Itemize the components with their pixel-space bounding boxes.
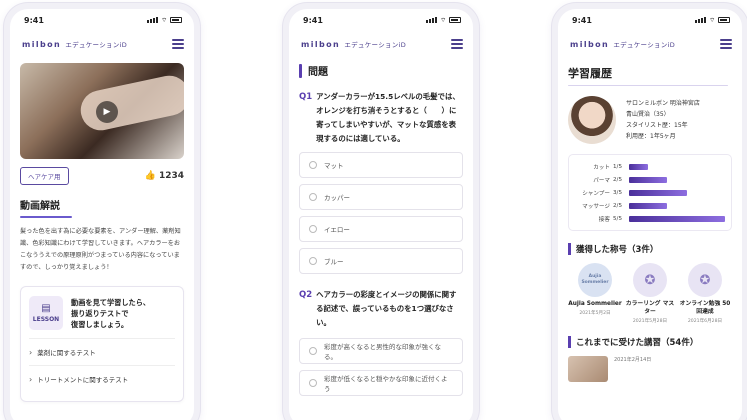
chart-bar <box>629 176 668 183</box>
aujia-badge-icon: Aujia Sommelier <box>578 263 612 297</box>
play-icon[interactable]: ▶ <box>96 101 118 123</box>
badge-item[interactable]: Aujia Sommelier Aujia Sommelier 2021年5月2… <box>568 263 622 324</box>
chart-value-label: 5/5 <box>613 215 623 222</box>
video-thumbnail[interactable]: ▶ <box>20 63 184 159</box>
titles-heading: 獲得した称号（3件） <box>576 245 659 255</box>
profile-card: サロンミルボン 明治神宮店 青山賢治（35） スタイリスト歴：15年 利用歴：1… <box>568 96 732 144</box>
badge-list: Aujia Sommelier Aujia Sommelier 2021年5月2… <box>568 263 732 324</box>
phone-history-screen: 9:41 ⌔ milbon エデュケーションiD 学習履歴 サロンミルボン 明治… <box>552 3 747 420</box>
medal-icon: ✪ <box>633 263 667 297</box>
history-title: 学習履歴 <box>568 67 612 80</box>
signal-icons: ⌔ <box>695 16 730 24</box>
signal-icons: ⌔ <box>426 16 461 24</box>
answer-option[interactable]: カッパー <box>299 184 463 210</box>
chevron-right-icon: › <box>29 374 33 384</box>
quiz-title: 問題 <box>308 67 328 78</box>
stage: 9:41 ⌔ milbon エデュケーションiD ▶ ヘアケア用 👍 1234 動… <box>0 0 747 420</box>
chart-value-label: 2/5 <box>613 176 623 183</box>
lesson-badge: ▤ LESSON <box>29 296 63 330</box>
chart-category-label: パーマ <box>593 177 610 184</box>
thumbs-up-icon: 👍 <box>144 171 156 181</box>
question-1: Q1 アンダーカラーが15.5レベルの毛髪では、オレンジを打ち消そうとすると（ ）… <box>299 92 460 143</box>
signal-icons: ⌔ <box>147 16 182 24</box>
chart-category-label: 接客 <box>598 216 610 223</box>
like-count[interactable]: 👍 1234 <box>145 171 184 181</box>
status-bar: 9:41 ⌔ <box>558 9 742 31</box>
course-item[interactable]: 2021年2月14日 <box>568 356 732 382</box>
milbon-logo[interactable]: milbon エデュケーションiD <box>301 39 406 49</box>
radio-button <box>309 379 317 387</box>
status-time: 9:41 <box>303 15 323 25</box>
chart-row: パーマ 2/5 <box>575 173 725 186</box>
phone-video-screen: 9:41 ⌔ milbon エデュケーションiD ▶ ヘアケア用 👍 1234 動… <box>4 3 200 420</box>
title-underline <box>20 216 72 218</box>
status-bar: 9:41 ⌔ <box>10 9 194 31</box>
courses-heading: これまでに受けた講習（54件） <box>576 338 699 348</box>
radio-button <box>309 161 317 169</box>
section-title: 動画解説 <box>20 201 60 212</box>
test-link[interactable]: › 薬剤に関するテスト <box>29 338 175 365</box>
heading-bar <box>568 336 571 348</box>
heading-bar <box>568 243 571 255</box>
app-header: milbon エデュケーションiD <box>10 31 194 57</box>
chart-category-label: シャンプー <box>582 190 610 197</box>
chart-row: カット 1/5 <box>575 160 725 173</box>
chart-bar <box>629 215 725 222</box>
milbon-logo[interactable]: milbon エデュケーションiD <box>570 39 675 49</box>
app-header: milbon エデュケーションiD <box>558 31 742 57</box>
chart-category-label: カット <box>593 164 610 171</box>
phone-quiz-screen: 9:41 ⌔ milbon エデュケーションiD 問題 Q1 アンダーカラーが15… <box>283 3 479 420</box>
lesson-text: 動画を見て学習したら、 振り返りテストで 復習しましょう。 <box>71 297 151 329</box>
answer-option[interactable]: 彩度が低くなると穏やかな印象に近付くよう <box>299 370 463 396</box>
chart-category-label: マッサージ <box>582 203 610 210</box>
chart-row: マッサージ 2/5 <box>575 199 725 212</box>
status-bar: 9:41 ⌔ <box>289 9 473 31</box>
chart-bar <box>629 189 687 196</box>
chart-row: シャンプー 3/5 <box>575 186 725 199</box>
chart-value-label: 2/5 <box>613 202 623 209</box>
menu-icon[interactable] <box>172 39 184 49</box>
title-underline <box>568 85 728 86</box>
question-2: Q2 ヘアカラーの彩度とイメージの関係に関する記述で、誤っているものを1つ選びなさ… <box>299 290 457 327</box>
badge-item[interactable]: ✪ カラーリング マスター 2021年5月28日 <box>623 263 677 324</box>
status-time: 9:41 <box>572 15 592 25</box>
lesson-card: ▤ LESSON 動画を見て学習したら、 振り返りテストで 復習しましょう。 › 薬… <box>20 286 184 402</box>
course-thumbnail <box>568 356 608 382</box>
badge-item[interactable]: ✪ オンライン勉強 50回達成 2021年6月28日 <box>678 263 732 324</box>
category-tag[interactable]: ヘアケア用 <box>20 167 69 185</box>
video-description: 髪った色を出す為に必要な要素を、アンダー理解、薬剤知識、色彩知識にわけて学習して… <box>20 228 181 271</box>
app-header: milbon エデュケーションiD <box>289 31 473 57</box>
milbon-logo[interactable]: milbon エデュケーションiD <box>22 39 127 49</box>
answer-option[interactable]: ブルー <box>299 248 463 274</box>
chart-value-label: 3/5 <box>613 189 623 196</box>
menu-icon[interactable] <box>720 39 732 49</box>
radio-button <box>309 347 317 355</box>
radio-button <box>309 193 317 201</box>
chevron-right-icon: › <box>29 347 33 357</box>
chart-bar <box>629 163 649 170</box>
heading-bar <box>299 63 302 78</box>
chart-bar <box>629 202 668 209</box>
chart-row: 接客 5/5 <box>575 212 725 225</box>
menu-icon[interactable] <box>451 39 463 49</box>
book-icon: ▤ <box>41 303 51 314</box>
test-link[interactable]: › トリートメントに関するテスト <box>29 365 175 392</box>
answer-option[interactable]: 彩度が高くなると男性的な印象が強くなる。 <box>299 338 463 364</box>
chart-value-label: 1/5 <box>613 163 623 170</box>
radio-button <box>309 257 317 265</box>
skill-bar-chart: カット 1/5 パーマ 2/5 シャンプー 3/5 マッサージ 2/5 接客 5/5 <box>568 154 732 231</box>
medal-icon: ✪ <box>688 263 722 297</box>
answer-option[interactable]: マット <box>299 152 463 178</box>
radio-button <box>309 225 317 233</box>
profile-info: サロンミルボン 明治神宮店 青山賢治（35） スタイリスト歴：15年 利用歴：1… <box>626 100 700 140</box>
answer-option[interactable]: イエロー <box>299 216 463 242</box>
course-date: 2021年2月14日 <box>614 357 652 363</box>
status-time: 9:41 <box>24 15 44 25</box>
avatar <box>568 96 616 144</box>
